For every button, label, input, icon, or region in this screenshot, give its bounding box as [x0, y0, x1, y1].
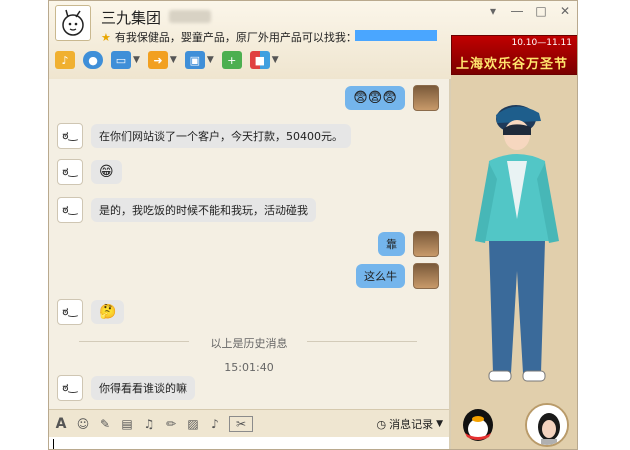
remote-assist-button[interactable]: ▭ ▼	[111, 51, 140, 69]
edit-icon[interactable]: ✏	[163, 416, 179, 432]
screen-icon: ▭	[111, 51, 131, 69]
qq-penguin-icon[interactable]	[459, 407, 497, 443]
message-bubble: 这么牛	[356, 264, 405, 288]
message-bubble: 😁	[91, 160, 122, 184]
voice-call-button[interactable]: ♪	[55, 51, 75, 69]
message-bubble: 你得看看谁谈的嘛	[91, 376, 195, 400]
message-history-button[interactable]: ◷ 消息记录 ▼	[376, 416, 443, 432]
redacted-contact-info	[355, 30, 437, 41]
contact-avatar-small[interactable]: ಠ‿	[57, 159, 83, 185]
file-transfer-button[interactable]: ➜ ▼	[147, 51, 177, 69]
avatar-show-figure[interactable]	[461, 91, 571, 391]
message-bubble: 是的，我吃饭的时候不能和我玩，活动碰我	[91, 198, 316, 222]
screen-share-button[interactable]: ▣ ▼	[184, 51, 214, 69]
chevron-down-icon: ▼	[436, 419, 443, 429]
add-group-icon: +	[221, 51, 242, 69]
message-row: ಠ‿ 😁	[57, 159, 122, 185]
message-row: ಠ‿ 在你们网站谈了一个客户，今天打款，50400元。	[57, 123, 351, 149]
chat-toolbar: ♪ ● ▭ ▼ ➜ ▼ ▣ ▼ + ■ ▼	[55, 47, 279, 73]
redacted-remark	[169, 10, 211, 23]
camera-icon: ●	[83, 51, 103, 69]
minimize-button[interactable]: ―	[511, 4, 523, 18]
message-row: ಠ‿ 你得看看谁谈的嘛	[57, 375, 195, 401]
my-show-avatar[interactable]	[525, 403, 569, 447]
message-bubble: 😨😨😨	[345, 86, 405, 110]
message-input[interactable]	[49, 437, 449, 449]
rabbit-avatar-icon	[62, 9, 84, 36]
contact-avatar[interactable]	[55, 5, 91, 41]
contact-avatar-small[interactable]: ಠ‿	[57, 197, 83, 223]
chat-window: 三九集团 ★ 有我保健品，婴童产品，原厂外用产品可以找我： ▾ ― □ ✕ ♪ ●…	[48, 0, 578, 450]
mic-icon[interactable]: ♫	[141, 416, 157, 432]
contact-avatar-small[interactable]: ಠ‿	[57, 375, 83, 401]
window-controls: ▾ ― □ ✕	[487, 4, 571, 18]
contact-name: 三九集团	[101, 9, 162, 27]
ad-headline: 上海欢乐谷万圣节	[456, 57, 569, 72]
clock-icon: ◷	[376, 417, 387, 431]
share-screen-icon: ▣	[184, 51, 205, 69]
microphone-icon: ♪	[55, 51, 75, 69]
image-icon[interactable]: ▨	[185, 416, 201, 432]
close-button[interactable]: ✕	[559, 4, 571, 18]
message-row: 靠	[378, 231, 439, 257]
message-bubble: 在你们网站谈了一个客户，今天打款，50400元。	[91, 124, 351, 148]
divider-line	[307, 341, 417, 342]
message-bubble: 靠	[378, 232, 405, 256]
font-icon[interactable]: A	[53, 416, 69, 432]
girl-avatar-icon	[527, 405, 567, 445]
shake-icon[interactable]: ✎	[97, 416, 113, 432]
chevron-down-icon[interactable]: ▼	[272, 55, 279, 65]
star-icon: ★	[101, 31, 111, 44]
my-avatar[interactable]	[413, 85, 439, 111]
voice-message-icon[interactable]: ▤	[119, 416, 135, 432]
music-icon[interactable]: ♪	[207, 416, 223, 432]
history-label: 消息记录	[389, 418, 434, 431]
folder-icon: ➜	[147, 51, 168, 69]
apps-button[interactable]: ■ ▼	[249, 51, 279, 69]
show-panel	[451, 75, 577, 449]
apps-icon: ■	[249, 51, 270, 69]
contact-avatar-small[interactable]: ಠ‿	[57, 123, 83, 149]
message-row: ಠ‿ 是的，我吃饭的时候不能和我玩，活动碰我	[57, 197, 316, 223]
chevron-down-icon[interactable]: ▼	[207, 55, 214, 65]
chevron-down-icon[interactable]: ▼	[170, 55, 177, 65]
my-avatar[interactable]	[413, 231, 439, 257]
emoji-icon[interactable]: ☺	[75, 416, 91, 432]
my-avatar[interactable]	[413, 263, 439, 289]
input-toolbar: A ☺ ✎ ▤ ♫ ✏ ▨ ♪ ✂ ◷ 消息记录 ▼	[49, 409, 449, 437]
history-divider: 以上是历史消息	[210, 337, 288, 350]
timestamp: 15:01:40	[224, 361, 274, 374]
signature-text: 有我保健品，婴童产品，原厂外用产品可以找我：	[114, 31, 357, 44]
message-bubble: 🤔	[91, 300, 125, 324]
ad-banner[interactable]: 10.10—11.11 上海欢乐谷万圣节	[451, 35, 577, 75]
contact-avatar-small[interactable]: ಠ‿	[57, 299, 83, 325]
chevron-down-icon[interactable]: ▼	[133, 55, 140, 65]
create-discussion-button[interactable]: +	[221, 51, 242, 69]
ad-date: 10.10—11.11	[511, 38, 572, 48]
menu-dropdown-button[interactable]: ▾	[487, 4, 499, 18]
screenshot-icon[interactable]: ✂	[229, 415, 253, 432]
message-row: 😨😨😨	[345, 85, 439, 111]
message-row: ಠ‿ 🤔	[57, 299, 125, 325]
contact-signature: ★ 有我保健品，婴童产品，原厂外用产品可以找我：	[101, 29, 357, 45]
message-area[interactable]: 😨😨😨 ಠ‿ 在你们网站谈了一个客户，今天打款，50400元。 ಠ‿ 😁 ಠ‿ …	[49, 79, 449, 409]
maximize-button[interactable]: □	[535, 4, 547, 18]
message-row: 这么牛	[356, 263, 439, 289]
text-cursor	[53, 439, 54, 449]
video-call-button[interactable]: ●	[83, 51, 103, 69]
